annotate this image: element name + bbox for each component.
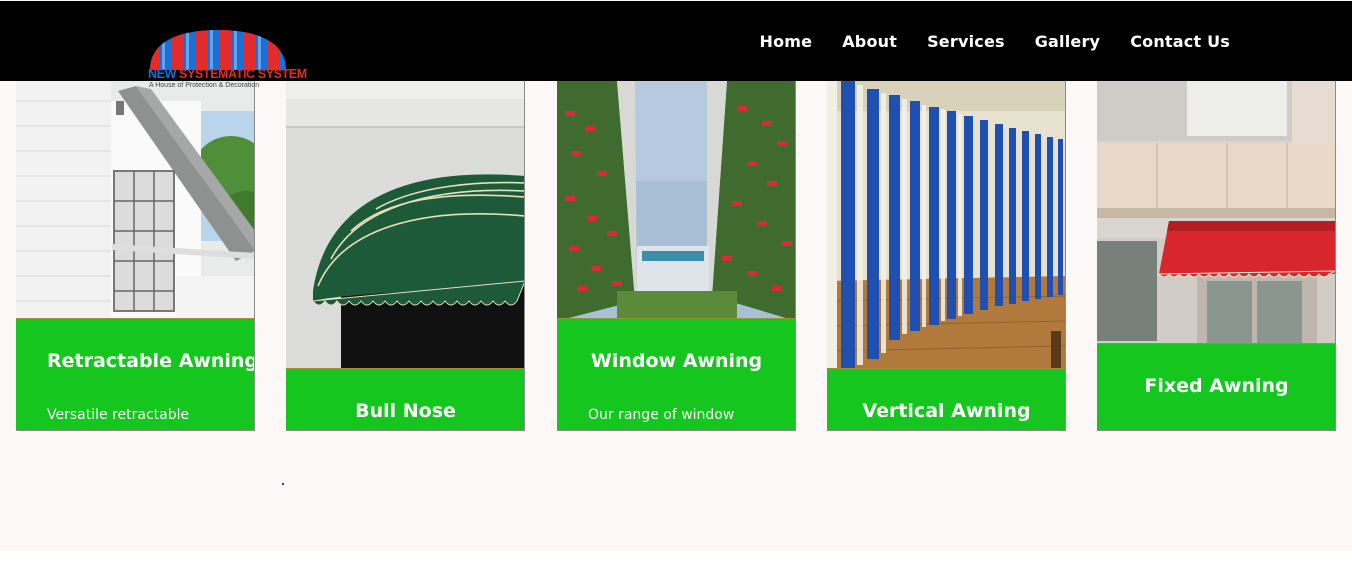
vertical-awning-photo [827, 81, 1065, 371]
service-card-bull-nose[interactable]: Bull Nose [286, 81, 525, 431]
card-title: Vertical Awning [862, 400, 1031, 422]
card-title: Window Awning [590, 350, 763, 372]
nav-services[interactable]: Services [927, 32, 1005, 52]
logo-awning-icon [150, 30, 286, 70]
nav-contact-us[interactable]: Contact Us [1130, 32, 1230, 52]
retractable-awning-photo [16, 81, 254, 321]
main-nav: Home About Services Gallery Contact Us [759, 32, 1230, 52]
card-description: Our range of window [588, 407, 735, 423]
bull-nose-awning-photo [286, 81, 524, 371]
nav-about[interactable]: About [842, 32, 897, 52]
card-title: Retractable Awning [47, 350, 255, 372]
card-title: Fixed Awning [1144, 375, 1289, 397]
brand-tagline: A House of Protection & Decoration [149, 82, 260, 89]
service-card-vertical-awning[interactable]: Vertical Awning [827, 81, 1066, 431]
service-card-retractable-awning[interactable]: Retractable Awning Versatile retractable [16, 81, 255, 431]
service-card-fixed-awning[interactable]: Fixed Awning [1097, 81, 1336, 431]
service-card-window-awning[interactable]: Window Awning Our range of window [557, 81, 796, 431]
brand-logo[interactable]: NEW SYSTEMATIC SYSTEM A House of Protect… [148, 30, 307, 92]
decorative-dot [282, 483, 284, 485]
fixed-awning-photo [1097, 81, 1335, 346]
card-title: Bull Nose [355, 400, 456, 422]
page: Retractable Awning Versatile retractable [0, 0, 1352, 573]
nav-gallery[interactable]: Gallery [1035, 32, 1100, 52]
card-description: Versatile retractable [47, 407, 190, 423]
brand-name: NEW SYSTEMATIC SYSTEM [148, 67, 307, 81]
nav-home[interactable]: Home [759, 32, 812, 52]
window-awning-photo [557, 81, 795, 321]
